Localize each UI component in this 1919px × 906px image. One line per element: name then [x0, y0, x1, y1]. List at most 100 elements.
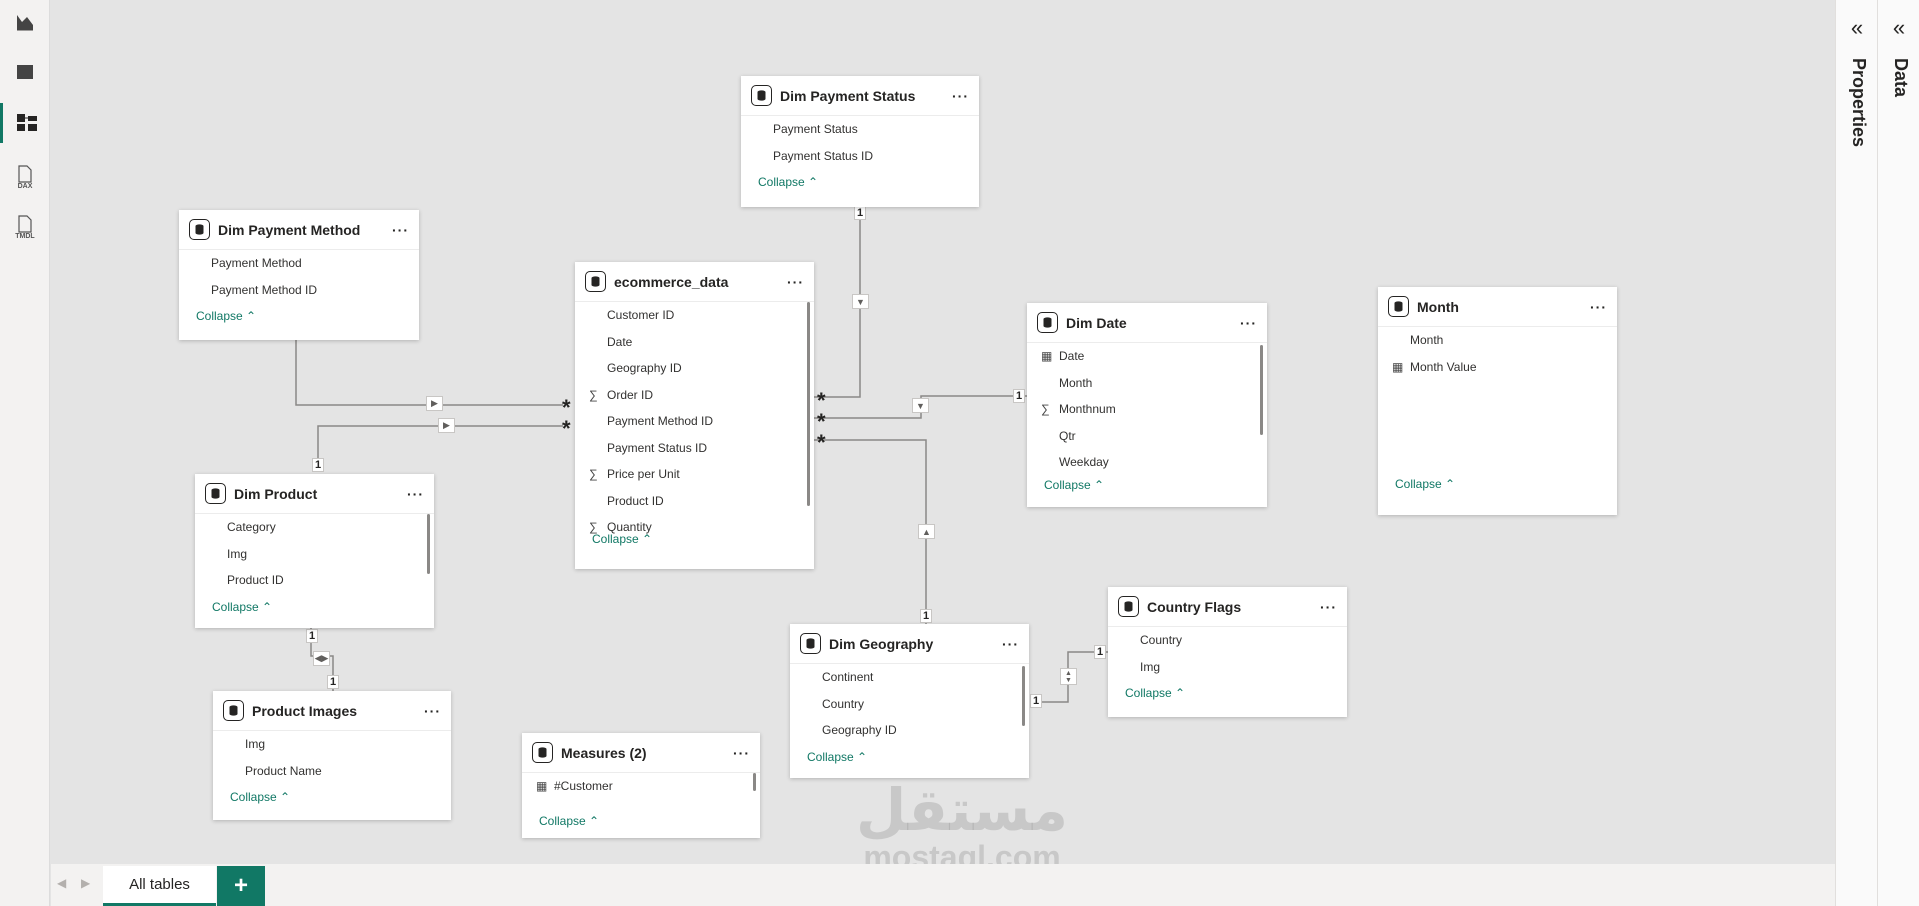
more-options-button[interactable]: ···	[733, 745, 750, 761]
field-row[interactable]: ∑ Price per Unit	[575, 461, 814, 488]
field-row[interactable]: Payment Method	[179, 250, 419, 277]
filter-direction-arrow[interactable]: ▲	[918, 524, 935, 539]
field-row[interactable]: Geography ID	[790, 717, 1029, 744]
report-view-button[interactable]	[0, 2, 50, 42]
more-options-button[interactable]: ···	[392, 222, 409, 238]
filter-direction-arrow[interactable]: ▼	[852, 294, 869, 309]
field-name: Order ID	[607, 387, 654, 402]
field-row[interactable]: Qtr	[1027, 423, 1267, 450]
table-icon	[17, 65, 33, 79]
field-row[interactable]: Category	[195, 514, 434, 541]
table-card-dim-product[interactable]: Dim Product ··· Category Img Product ID …	[195, 474, 434, 628]
field-row[interactable]: Img	[213, 731, 451, 758]
more-options-button[interactable]: ···	[1590, 299, 1607, 315]
database-table-icon	[1388, 296, 1409, 317]
field-row[interactable]: Month	[1027, 370, 1267, 397]
field-row[interactable]: Img	[1108, 654, 1347, 681]
scroll-right-icon[interactable]: ▶	[81, 876, 90, 890]
more-options-button[interactable]: ···	[407, 486, 424, 502]
many-marker: *	[817, 388, 826, 413]
view-nav-rail: DAX TMDL	[0, 0, 50, 906]
many-marker: *	[817, 409, 826, 434]
tmdl-view-button[interactable]: TMDL	[0, 204, 50, 244]
collapse-button[interactable]: Collapse ⌃	[741, 169, 979, 195]
field-row[interactable]: ▦ Month Value	[1378, 354, 1617, 381]
scroll-left-icon[interactable]: ◀	[57, 876, 66, 890]
collapse-button[interactable]: Collapse ⌃	[522, 808, 760, 834]
field-row[interactable]: Payment Method ID	[575, 408, 814, 435]
chevron-up-icon: ⌃	[808, 175, 819, 189]
collapse-button[interactable]: Collapse ⌃	[213, 784, 451, 810]
field-row[interactable]: ∑ Order ID	[575, 382, 814, 409]
more-options-button[interactable]: ···	[952, 88, 969, 104]
one-marker: 1	[327, 675, 339, 689]
field-row[interactable]: Customer ID	[575, 302, 814, 329]
table-card-country-flags[interactable]: Country Flags ··· Country Img Collapse ⌃	[1108, 587, 1347, 717]
data-pane[interactable]: « Data	[1877, 0, 1919, 906]
collapse-button[interactable]: Collapse ⌃	[790, 744, 1029, 770]
tab-all-tables[interactable]: All tables	[103, 866, 216, 906]
field-row[interactable]: Payment Method ID	[179, 277, 419, 304]
field-row[interactable]: Payment Status ID	[575, 435, 814, 462]
add-layout-button[interactable]: +	[217, 866, 265, 906]
field-row[interactable]: Product ID	[575, 488, 814, 515]
field-name: Payment Status ID	[773, 148, 874, 163]
table-view-button[interactable]	[0, 52, 50, 92]
filter-direction-arrow[interactable]: ▶	[438, 418, 455, 433]
sigma-icon: ∑	[589, 520, 598, 535]
database-table-icon	[1118, 596, 1139, 617]
sigma-icon: ∑	[589, 467, 598, 482]
table-card-dim-date[interactable]: Dim Date ··· ▦ Date Month ∑ Monthnum Qtr W…	[1027, 303, 1267, 507]
field-row[interactable]: Country	[1108, 627, 1347, 654]
table-card-product-images[interactable]: Product Images ··· Img Product Name Coll…	[213, 691, 451, 820]
filter-direction-arrow[interactable]: ◀▶	[313, 651, 330, 666]
more-options-button[interactable]: ···	[424, 703, 441, 719]
dax-query-view-button[interactable]: DAX	[0, 154, 50, 194]
field-row[interactable]: Payment Status	[741, 116, 979, 143]
expand-data-chevron-icon[interactable]: «	[1878, 17, 1919, 39]
table-card-dim-payment-method[interactable]: Dim Payment Method ··· Payment Method Pa…	[179, 210, 419, 340]
filter-direction-arrow[interactable]: ▲ ▼	[1060, 668, 1077, 685]
data-pane-label[interactable]: Data	[1890, 58, 1911, 97]
table-card-dim-payment-status[interactable]: Dim Payment Status ··· Payment Status Pa…	[741, 76, 979, 207]
field-row[interactable]: Continent	[790, 664, 1029, 691]
bidirectional-vertical-icon: ▲ ▼	[1065, 669, 1072, 684]
table-card-ecommerce-data[interactable]: ecommerce_data ··· Customer ID Date Geog…	[575, 262, 814, 569]
chevron-up-icon: ⌃	[1445, 477, 1456, 491]
more-options-button[interactable]: ···	[787, 274, 804, 290]
model-view-button[interactable]	[0, 103, 50, 143]
field-name: Country	[822, 696, 865, 711]
table-card-month[interactable]: Month ··· Month ▦ Month Value Collapse ⌃	[1378, 287, 1617, 515]
expand-properties-chevron-icon[interactable]: «	[1836, 17, 1878, 39]
more-options-button[interactable]: ···	[1320, 599, 1337, 615]
field-row[interactable]: Month	[1378, 327, 1617, 354]
field-row[interactable]: ∑ Quantity	[575, 514, 814, 540]
collapse-label: Collapse	[212, 599, 259, 614]
collapse-button[interactable]: Collapse ⌃	[1108, 680, 1347, 706]
filter-direction-arrow[interactable]: ▶	[426, 396, 443, 411]
properties-pane-label[interactable]: Properties	[1848, 58, 1869, 147]
collapse-label: Collapse	[539, 813, 586, 828]
field-row[interactable]: Geography ID	[575, 355, 814, 382]
field-row[interactable]: Img	[195, 541, 434, 568]
more-options-button[interactable]: ···	[1240, 315, 1257, 331]
field-name: #Customer	[554, 779, 613, 794]
sigma-icon: ∑	[589, 387, 598, 402]
properties-pane[interactable]: « Properties	[1835, 0, 1877, 906]
field-row[interactable]: ▦ #Customer	[522, 773, 760, 800]
field-name: Date	[607, 334, 633, 349]
collapse-button[interactable]: Collapse ⌃	[179, 303, 419, 329]
field-row[interactable]: Product ID	[195, 567, 434, 594]
collapse-button[interactable]: Collapse ⌃	[195, 594, 434, 620]
field-row[interactable]: Date	[575, 329, 814, 356]
more-options-button[interactable]: ···	[1002, 636, 1019, 652]
field-row[interactable]: Payment Status ID	[741, 143, 979, 170]
field-row[interactable]: ▦ Date	[1027, 343, 1267, 370]
field-row[interactable]: Country	[790, 691, 1029, 718]
table-card-dim-geography[interactable]: Dim Geography ··· Continent Country Geog…	[790, 624, 1029, 778]
field-row[interactable]: ∑ Monthnum	[1027, 396, 1267, 423]
field-row[interactable]: Product Name	[213, 758, 451, 785]
filter-direction-arrow[interactable]: ▼	[912, 398, 929, 413]
table-card-measures[interactable]: Measures (2) ··· ▦ #Customer Collapse ⌃	[522, 733, 760, 838]
field-row[interactable]: Weekday	[1027, 449, 1267, 476]
